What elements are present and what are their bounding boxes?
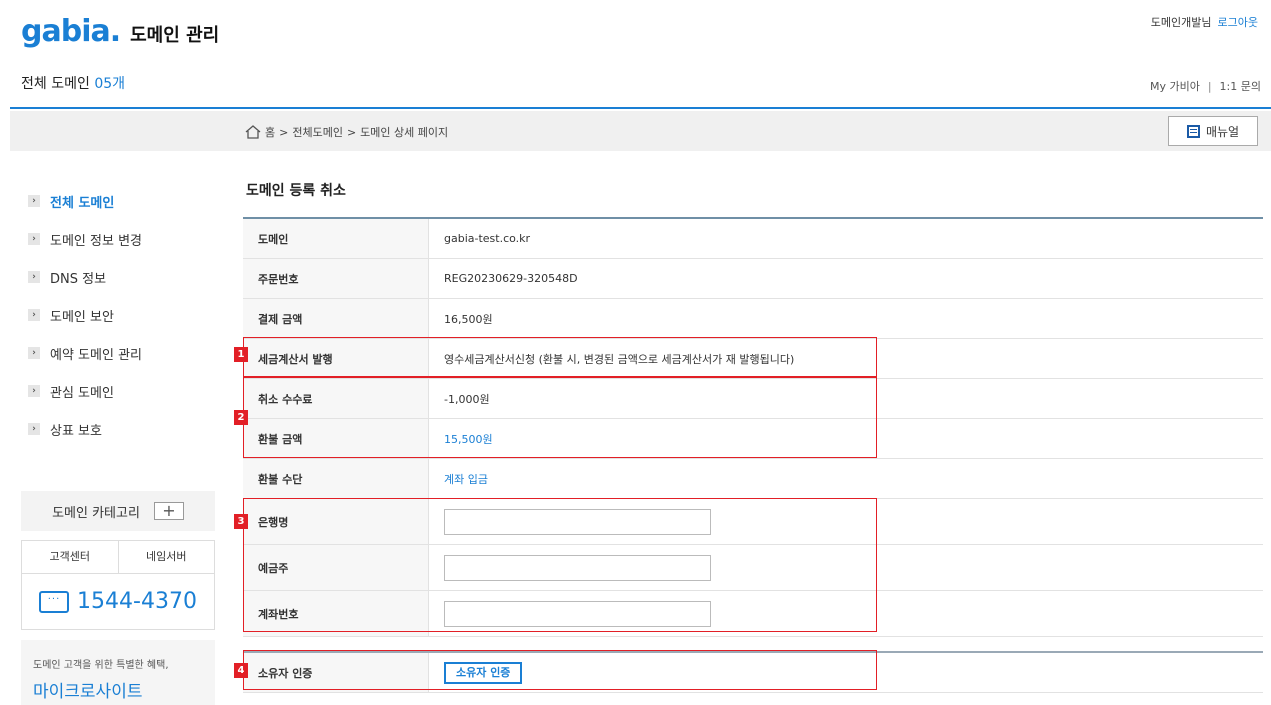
logo[interactable]: gabia. 도메인 관리 — [21, 14, 219, 49]
chevron-right-icon: › — [28, 309, 40, 321]
breadcrumb-sep: > — [279, 125, 289, 139]
chat-icon: ··· — [39, 590, 70, 613]
brand-logo: gabia. — [21, 14, 121, 49]
customer-service-box: 고객센터 네임서버 ··· 1544-4370 — [21, 540, 215, 630]
sidebar-item-trademark[interactable]: › 상표 보호 — [28, 410, 218, 448]
table-row: 환불 수단 계좌 입금 — [243, 459, 1263, 499]
breadcrumb: 홈 > 전체도메인 > 도메인 상세 페이지 — [245, 124, 448, 140]
promo-banner[interactable]: 도메인 고객을 위한 특별한 혜택, 마이크로사이트 — [21, 640, 215, 705]
table-row: 주문번호 REG20230629-320548D — [243, 259, 1263, 299]
manual-button[interactable]: 매뉴얼 — [1168, 116, 1258, 146]
tab-nameserver[interactable]: 네임서버 — [117, 541, 215, 573]
user-name: 도메인개발님 — [1150, 16, 1212, 29]
table-row: 결제 금액 16,500원 — [243, 299, 1263, 339]
inquiry-link[interactable]: 1:1 문의 — [1220, 80, 1261, 93]
user-area: 도메인개발님 로그아웃 — [1151, 14, 1258, 30]
sidebar-item-favorites[interactable]: › 관심 도메인 — [28, 372, 218, 410]
chevron-right-icon: › — [28, 233, 40, 245]
refund-method: 계좌 입금 — [444, 472, 488, 486]
add-category-button[interactable]: + — [153, 502, 184, 520]
breadcrumb-current: 도메인 상세 페이지 — [360, 126, 449, 139]
promo-title: 마이크로사이트 — [33, 682, 143, 702]
marker-4: 4 — [234, 663, 248, 678]
sidebar: › 전체 도메인 › 도메인 정보 변경 › DNS 정보 › 도메인 보안 › 예약 도… — [28, 182, 218, 448]
chevron-right-icon: › — [28, 271, 40, 283]
row-value: 16,500원 — [444, 312, 493, 326]
cs-phone: ··· 1544-4370 — [22, 574, 214, 629]
sidebar-item-label: 관심 도메인 — [50, 385, 114, 401]
sidebar-item-label: 전체 도메인 — [50, 195, 115, 211]
marker-3: 3 — [234, 514, 248, 529]
chevron-right-icon: › — [28, 385, 40, 397]
sidebar-item-reserved[interactable]: › 예약 도메인 관리 — [28, 334, 218, 372]
sidebar-item-label: 도메인 정보 변경 — [50, 233, 142, 249]
app-title: 도메인 관리 — [130, 25, 220, 46]
row-label: 결제 금액 — [243, 299, 429, 338]
row-label: 도메인 — [243, 219, 429, 258]
link-separator: | — [1207, 80, 1212, 93]
home-icon[interactable] — [245, 125, 261, 139]
total-label: 전체 도메인 — [21, 76, 90, 92]
total-domains: 전체 도메인 05개 — [21, 73, 125, 93]
breadcrumb-all[interactable]: 전체도메인 — [292, 124, 343, 140]
sidebar-item-info-change[interactable]: › 도메인 정보 변경 — [28, 220, 218, 258]
sidebar-item-label: DNS 정보 — [50, 271, 107, 287]
manual-label: 매뉴얼 — [1205, 124, 1240, 139]
chevron-right-icon: › — [28, 423, 40, 435]
page-title: 도메인 등록 취소 — [246, 183, 346, 199]
breadcrumb-bar — [10, 111, 1271, 151]
highlight-box-4 — [243, 650, 877, 690]
tab-customer-center[interactable]: 고객센터 — [22, 541, 118, 573]
highlight-box-3 — [243, 498, 877, 632]
highlight-box-1 — [243, 337, 877, 377]
breadcrumb-home[interactable]: 홈 — [265, 124, 275, 140]
chevron-right-icon: › — [28, 347, 40, 359]
row-label: 주문번호 — [243, 259, 429, 298]
phone-number: 1544-4370 — [77, 589, 197, 614]
row-value: gabia-test.co.kr — [444, 232, 531, 245]
table-row: 도메인 gabia-test.co.kr — [243, 219, 1263, 259]
promo-text: 도메인 고객을 위한 특별한 혜택, — [33, 660, 169, 671]
sidebar-item-all-domains[interactable]: › 전체 도메인 — [28, 182, 218, 220]
marker-1: 1 — [234, 347, 248, 362]
header-divider — [10, 107, 1271, 109]
logout-link[interactable]: 로그아웃 — [1218, 16, 1258, 29]
category-label: 도메인 카테고리 — [52, 505, 140, 521]
document-icon — [1186, 124, 1200, 138]
top-links: My 가비아 | 1:1 문의 — [1150, 78, 1261, 94]
marker-2: 2 — [234, 410, 248, 425]
sidebar-item-label: 도메인 보안 — [50, 309, 114, 325]
breadcrumb-sep: > — [346, 125, 357, 139]
sidebar-item-security[interactable]: › 도메인 보안 — [28, 296, 218, 334]
chevron-right-icon: › — [28, 195, 40, 207]
row-value: REG20230629-320548D — [444, 272, 578, 285]
sidebar-item-label: 상표 보호 — [50, 423, 102, 439]
sidebar-item-dns[interactable]: › DNS 정보 — [28, 258, 218, 296]
highlight-box-2 — [243, 377, 877, 458]
total-count[interactable]: 05개 — [94, 76, 125, 92]
my-gabia-link[interactable]: My 가비아 — [1150, 80, 1200, 93]
row-label: 환불 수단 — [243, 459, 429, 498]
domain-category: 도메인 카테고리 + — [21, 491, 215, 531]
sidebar-item-label: 예약 도메인 관리 — [50, 347, 142, 363]
